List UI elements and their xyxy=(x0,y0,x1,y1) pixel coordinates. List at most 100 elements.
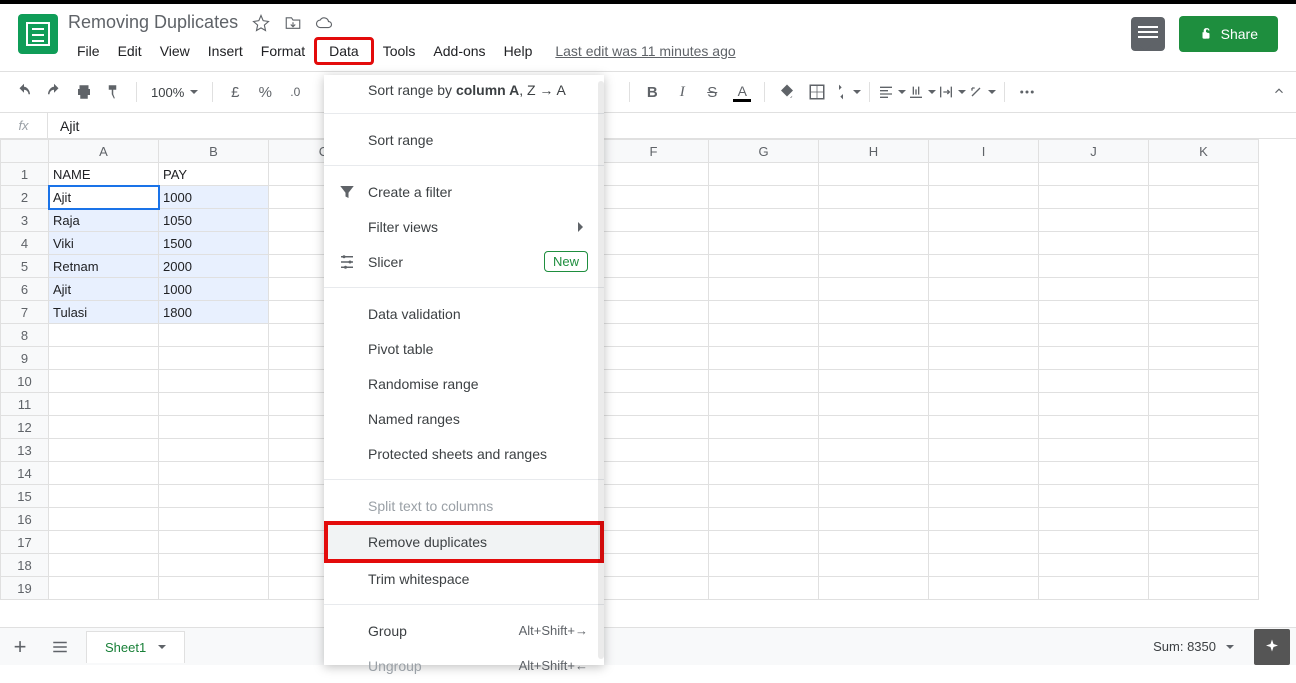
cell[interactable]: Raja xyxy=(49,209,159,232)
cell[interactable] xyxy=(1039,370,1149,393)
sheet-tab[interactable]: Sheet1 xyxy=(86,631,185,663)
cell[interactable] xyxy=(709,508,819,531)
row-header[interactable]: 6 xyxy=(1,278,49,301)
row-header[interactable]: 5 xyxy=(1,255,49,278)
menu-tools[interactable]: Tools xyxy=(374,37,425,65)
cell[interactable] xyxy=(599,347,709,370)
cell[interactable] xyxy=(929,508,1039,531)
all-sheets-button[interactable] xyxy=(40,628,80,666)
cell[interactable] xyxy=(1039,416,1149,439)
cell[interactable] xyxy=(709,462,819,485)
star-icon[interactable] xyxy=(252,14,270,29)
row-header[interactable]: 10 xyxy=(1,370,49,393)
cell[interactable] xyxy=(1039,301,1149,324)
col-header[interactable]: I xyxy=(929,140,1039,163)
cell[interactable] xyxy=(929,370,1039,393)
percent-icon[interactable]: % xyxy=(251,78,279,106)
print-icon[interactable] xyxy=(70,78,98,106)
menu-data-validation[interactable]: Data validation xyxy=(324,296,604,331)
col-header[interactable]: H xyxy=(819,140,929,163)
row-header[interactable]: 8 xyxy=(1,324,49,347)
document-title[interactable]: Removing Duplicates xyxy=(68,12,238,33)
cell[interactable] xyxy=(599,255,709,278)
fill-color-icon[interactable] xyxy=(773,78,801,106)
menu-randomise[interactable]: Randomise range xyxy=(324,366,604,401)
cell[interactable] xyxy=(709,554,819,577)
italic-icon[interactable]: I xyxy=(668,78,696,106)
menu-addons[interactable]: Add-ons xyxy=(424,37,494,65)
cell[interactable] xyxy=(49,531,159,554)
cell[interactable] xyxy=(1039,554,1149,577)
cell[interactable] xyxy=(1039,439,1149,462)
cell[interactable] xyxy=(1039,324,1149,347)
cell[interactable]: 1000 xyxy=(159,186,269,209)
cell[interactable] xyxy=(599,324,709,347)
menu-view[interactable]: View xyxy=(151,37,199,65)
menu-named-ranges[interactable]: Named ranges xyxy=(324,401,604,436)
row-header[interactable]: 16 xyxy=(1,508,49,531)
cell[interactable] xyxy=(599,462,709,485)
share-button[interactable]: Share xyxy=(1179,16,1278,52)
cell[interactable] xyxy=(819,278,929,301)
row-header[interactable]: 14 xyxy=(1,462,49,485)
menu-sort-col-za[interactable]: Sort range by column A, Z → A xyxy=(324,75,604,105)
menu-pivot-table[interactable]: Pivot table xyxy=(324,331,604,366)
row-header[interactable]: 11 xyxy=(1,393,49,416)
cell[interactable] xyxy=(709,347,819,370)
row-header[interactable]: 4 xyxy=(1,232,49,255)
cell[interactable] xyxy=(709,232,819,255)
cell[interactable] xyxy=(1039,278,1149,301)
row-header[interactable]: 12 xyxy=(1,416,49,439)
cell[interactable] xyxy=(819,531,929,554)
currency-icon[interactable]: £ xyxy=(221,78,249,106)
cell[interactable] xyxy=(819,439,929,462)
col-header[interactable]: B xyxy=(159,140,269,163)
cell[interactable] xyxy=(1149,347,1259,370)
cell[interactable] xyxy=(709,531,819,554)
menu-filter-views[interactable]: Filter views xyxy=(324,209,604,244)
row-header[interactable]: 9 xyxy=(1,347,49,370)
cell[interactable] xyxy=(49,439,159,462)
cell[interactable] xyxy=(709,163,819,186)
cell[interactable] xyxy=(819,347,929,370)
cell[interactable] xyxy=(819,508,929,531)
cell[interactable] xyxy=(929,462,1039,485)
cell[interactable] xyxy=(929,255,1039,278)
borders-icon[interactable] xyxy=(803,78,831,106)
cell[interactable] xyxy=(599,577,709,600)
cell[interactable] xyxy=(599,531,709,554)
formula-input[interactable] xyxy=(48,117,1296,135)
cell[interactable] xyxy=(1039,232,1149,255)
cell[interactable]: 1050 xyxy=(159,209,269,232)
cell[interactable] xyxy=(1149,255,1259,278)
cell[interactable] xyxy=(1149,531,1259,554)
cell[interactable] xyxy=(929,485,1039,508)
cell[interactable] xyxy=(929,416,1039,439)
more-icon[interactable] xyxy=(1013,78,1041,106)
row-header[interactable]: 7 xyxy=(1,301,49,324)
explore-button[interactable] xyxy=(1254,629,1290,665)
cell[interactable] xyxy=(929,439,1039,462)
cell[interactable] xyxy=(49,370,159,393)
cell[interactable] xyxy=(1149,186,1259,209)
cell[interactable] xyxy=(819,232,929,255)
cell[interactable] xyxy=(49,393,159,416)
cell[interactable] xyxy=(1039,577,1149,600)
cell[interactable] xyxy=(1039,209,1149,232)
cell[interactable] xyxy=(1039,186,1149,209)
cell[interactable] xyxy=(709,186,819,209)
cell[interactable] xyxy=(709,439,819,462)
cell[interactable] xyxy=(159,393,269,416)
cell[interactable] xyxy=(819,163,929,186)
col-header[interactable]: J xyxy=(1039,140,1149,163)
menu-group[interactable]: GroupAlt+Shift+→ xyxy=(324,613,604,648)
menu-insert[interactable]: Insert xyxy=(199,37,252,65)
menu-file[interactable]: File xyxy=(68,37,109,65)
cell[interactable] xyxy=(929,393,1039,416)
add-sheet-button[interactable]: + xyxy=(0,628,40,666)
cell[interactable] xyxy=(1149,278,1259,301)
cell[interactable] xyxy=(599,209,709,232)
cell[interactable] xyxy=(709,393,819,416)
sheets-logo[interactable] xyxy=(18,14,58,54)
cell[interactable] xyxy=(1149,370,1259,393)
